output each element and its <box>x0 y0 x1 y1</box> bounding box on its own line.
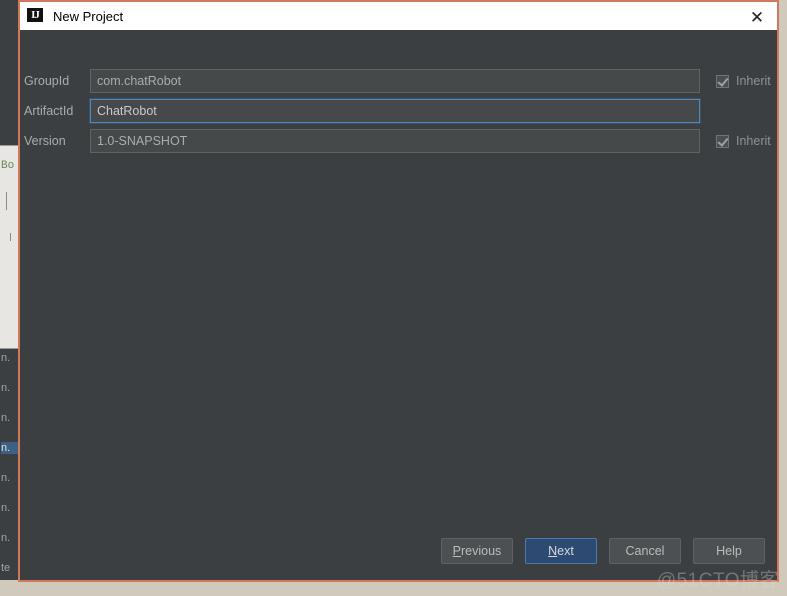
version-inherit-label: Inherit <box>736 134 771 148</box>
version-inherit-checkbox[interactable] <box>716 134 729 148</box>
new-project-dialog: IJ New Project ✕ GroupId Inherit Artifac… <box>18 0 779 582</box>
next-button-label: ext <box>557 544 574 558</box>
dialog-content: GroupId Inherit ArtifactId Version Inher… <box>20 30 777 578</box>
groupid-input[interactable] <box>90 69 700 93</box>
groupid-inherit-checkbox[interactable] <box>716 74 729 88</box>
ide-tree-item: n. <box>1 502 11 514</box>
version-label: Version <box>24 134 66 148</box>
next-button[interactable]: Next <box>525 538 597 564</box>
ide-text-caret <box>6 192 7 210</box>
dialog-footer: Previous Next Cancel Help <box>20 536 777 566</box>
artifactid-label: ArtifactId <box>24 104 74 118</box>
ide-tree-item: n. <box>1 532 11 544</box>
artifactid-input[interactable] <box>90 99 700 123</box>
form-row-version: Version Inherit <box>20 128 777 154</box>
ide-tree-item: n. <box>1 382 11 394</box>
ide-tool-window-sliver <box>0 145 18 349</box>
version-input[interactable] <box>90 129 700 153</box>
ide-tree-item: n. <box>1 412 11 424</box>
ide-tree-item: n. <box>1 442 18 454</box>
version-inherit-group[interactable]: Inherit <box>716 134 771 148</box>
ide-combo-arrow-icon <box>10 233 11 241</box>
form-row-artifactid: ArtifactId <box>20 98 777 124</box>
ide-tree-item: te <box>1 562 11 574</box>
desktop-right-margin <box>779 0 787 596</box>
previous-button-label: revious <box>461 544 502 558</box>
previous-button-mnemonic: P <box>452 544 462 558</box>
close-icon[interactable]: ✕ <box>747 7 767 27</box>
cancel-button[interactable]: Cancel <box>609 538 681 564</box>
help-button[interactable]: Help <box>693 538 765 564</box>
groupid-inherit-label: Inherit <box>736 74 771 88</box>
groupid-inherit-group[interactable]: Inherit <box>716 74 771 88</box>
form-row-groupid: GroupId Inherit <box>20 68 777 94</box>
dialog-titlebar: IJ New Project ✕ <box>20 0 777 30</box>
next-button-mnemonic: N <box>548 544 558 558</box>
desktop-bottom-margin <box>0 580 787 596</box>
ide-left-edge-strip: Bo n.n.n.n.n.n.n.tetetetees_1 <box>0 0 18 596</box>
intellij-idea-icon: IJ <box>27 8 43 24</box>
previous-button[interactable]: Previous <box>441 538 513 564</box>
dialog-title: New Project <box>53 8 124 24</box>
ide-tree-item: n. <box>1 352 11 364</box>
ide-tree-item: n. <box>1 472 11 484</box>
ide-code-token: Bo <box>1 160 15 172</box>
groupid-label: GroupId <box>24 74 70 88</box>
